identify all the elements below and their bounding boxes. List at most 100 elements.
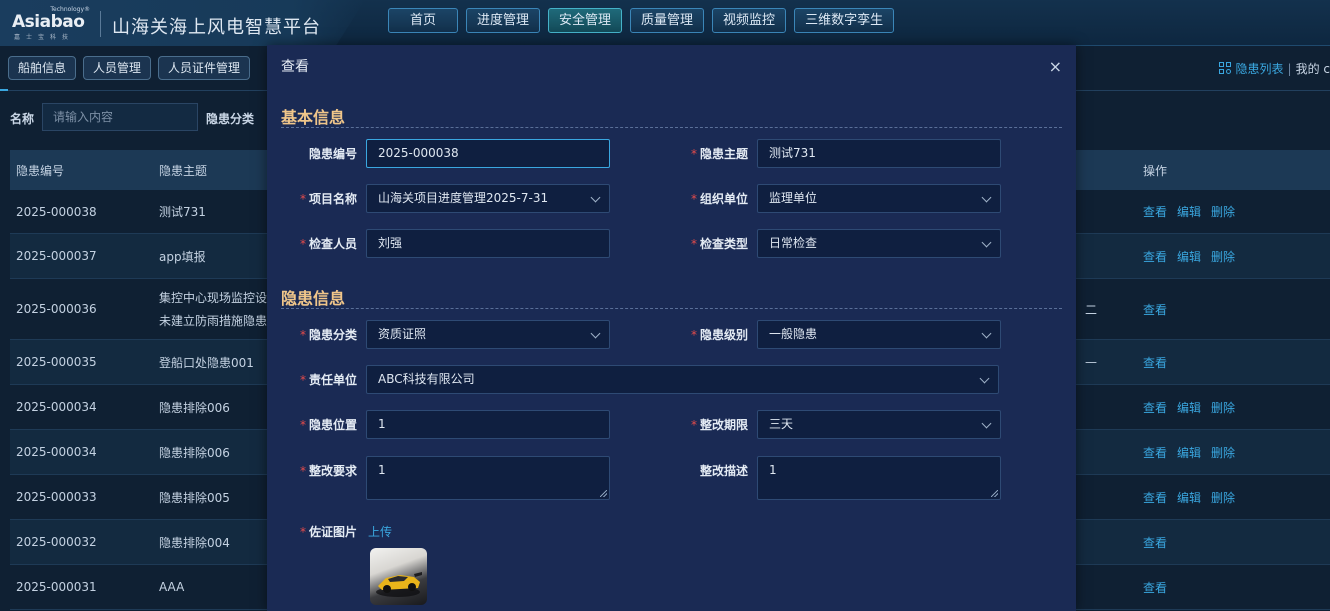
nav-video[interactable]: 视频监控 [712, 8, 787, 33]
view-link[interactable]: 查看 [1143, 205, 1167, 219]
label-rectify-deadline: * 整改期限 [690, 418, 748, 432]
hazard-level-select[interactable]: 一般隐患 [757, 320, 1001, 349]
name-filter-input[interactable]: 请输入内容 [42, 103, 198, 131]
delete-link[interactable]: 删除 [1211, 401, 1235, 415]
edit-link[interactable]: 编辑 [1177, 446, 1201, 460]
cell-actions: 查看 编辑 删除 [1133, 203, 1323, 220]
resize-handle[interactable] [600, 490, 607, 497]
cell-id: 2025-000038 [16, 204, 97, 219]
logo-wordmark: Asiabao [12, 12, 85, 32]
label-hazard-location: * 隐患位置 [299, 418, 357, 432]
hazard-no-input[interactable]: 2025-000038 [366, 139, 610, 168]
cell-actions: 查看 编辑 删除 [1133, 444, 1323, 461]
view-link[interactable]: 查看 [1143, 491, 1167, 505]
label-hazard-level: * 隐患级别 [690, 328, 748, 342]
cell-id: 2025-000035 [16, 355, 97, 369]
hazard-topic-input[interactable]: 测试731 [757, 139, 1001, 168]
view-switch: 隐患列表 | 我的 c [1218, 60, 1330, 77]
delete-link[interactable]: 删除 [1211, 250, 1235, 264]
nav-home[interactable]: 首页 [388, 8, 458, 33]
cell-id: 2025-000033 [16, 490, 97, 504]
nav-progress[interactable]: 进度管理 [466, 8, 541, 33]
chevron-down-icon [979, 373, 990, 384]
project-name-select[interactable]: 山海关项目进度管理2025-7-31 [366, 184, 610, 213]
section-divider [281, 127, 1062, 128]
delete-link[interactable]: 删除 [1211, 491, 1235, 505]
edit-link[interactable]: 编辑 [1177, 401, 1201, 415]
resize-handle[interactable] [991, 490, 998, 497]
chevron-down-icon [981, 192, 992, 203]
responsible-unit-select[interactable]: ABC科技有限公司 [366, 365, 999, 394]
cell-id: 2025-000032 [16, 535, 97, 549]
logo-subtext: 嘉士宝科技 [14, 34, 75, 41]
view-link[interactable]: 查看 [1143, 446, 1167, 460]
cell-id: 2025-000034 [16, 445, 97, 459]
tab-personnel[interactable]: 人员管理 [83, 56, 152, 80]
car-photo [376, 572, 422, 597]
label-evidence-photo: * 佐证图片 [299, 525, 357, 539]
view-link[interactable]: 查看 [1143, 250, 1167, 264]
label-hazard-topic: * 隐患主题 [690, 147, 748, 161]
top-navigation: 首页 进度管理 安全管理 质量管理 视频监控 三维数字孪生 [388, 8, 895, 33]
delete-link[interactable]: 删除 [1211, 446, 1235, 460]
col-id-header: 隐患编号 [16, 163, 65, 178]
tab-active-indicator [0, 89, 8, 91]
cell-actions: 查看 [1133, 579, 1323, 596]
section-divider [281, 308, 1062, 309]
label-project-name: * 项目名称 [299, 192, 357, 206]
hazard-category-select[interactable]: 资质证照 [366, 320, 610, 349]
separator: | [1287, 61, 1292, 76]
cell-id: 2025-000036 [16, 302, 97, 316]
delete-link[interactable]: 删除 [1211, 205, 1235, 219]
view-link[interactable]: 查看 [1143, 303, 1167, 317]
cell-actions: 查看 [1133, 354, 1323, 371]
view-link[interactable]: 查看 [1143, 536, 1167, 550]
dialog-title: 查看 [281, 59, 309, 75]
view-link[interactable]: 查看 [1143, 356, 1167, 370]
nav-quality[interactable]: 质量管理 [630, 8, 705, 33]
chevron-down-icon [590, 192, 601, 203]
close-icon[interactable]: × [1049, 57, 1062, 76]
hazard-location-input[interactable]: 1 [366, 410, 610, 439]
section-basic-info: 基本信息 [281, 108, 346, 127]
tab-personnel-certs[interactable]: 人员证件管理 [158, 56, 251, 80]
app-header: Technology® Asiabao 嘉士宝科技 山海关海上风电智慧平台 首页… [0, 0, 1330, 46]
rectify-requirement-textarea[interactable]: 1 [366, 456, 610, 500]
sub-tabs: 船舶信息 人员管理 人员证件管理 [8, 56, 251, 80]
chevron-down-icon [981, 237, 992, 248]
evidence-thumbnail[interactable] [370, 548, 427, 605]
edit-link[interactable]: 编辑 [1177, 491, 1201, 505]
dialog-header: 查看 × [267, 45, 1076, 87]
grid-icon [1218, 62, 1232, 75]
view-link[interactable]: 查看 [1143, 401, 1167, 415]
cell-actions: 查看 编辑 删除 [1133, 399, 1323, 416]
inspector-input[interactable]: 刘强 [366, 229, 610, 258]
edit-link[interactable]: 编辑 [1177, 205, 1201, 219]
view-link[interactable]: 查看 [1143, 581, 1167, 595]
cell-fragment: 二 [1085, 302, 1098, 317]
cell-fragment: — [1085, 355, 1097, 369]
hazard-list-link[interactable]: 隐患列表 [1236, 60, 1284, 77]
nav-safety[interactable]: 安全管理 [548, 8, 623, 33]
inspect-type-select[interactable]: 日常检查 [757, 229, 1001, 258]
cell-id: 2025-000034 [16, 400, 97, 414]
brand-divider [100, 11, 101, 37]
company-logo: Technology® Asiabao 嘉士宝科技 [12, 6, 90, 41]
label-inspect-type: * 检查类型 [690, 237, 748, 251]
label-responsible-unit: * 责任单位 [299, 373, 357, 387]
rectify-description-textarea[interactable]: 1 [757, 456, 1001, 500]
edit-link[interactable]: 编辑 [1177, 250, 1201, 264]
cell-id: 2025-000037 [16, 249, 97, 263]
upload-link[interactable]: 上传 [368, 523, 392, 540]
org-unit-select[interactable]: 监理单位 [757, 184, 1001, 213]
nav-digital-twin[interactable]: 三维数字孪生 [794, 8, 895, 33]
tab-ship-info[interactable]: 船舶信息 [8, 56, 77, 80]
label-org-unit: * 组织单位 [690, 192, 748, 206]
chevron-down-icon [590, 328, 601, 339]
name-filter-label: 名称 [10, 112, 35, 126]
my-link[interactable]: 我的 c [1296, 60, 1330, 77]
section-hazard-info: 隐患信息 [281, 289, 346, 308]
cell-actions: 查看 [1133, 534, 1323, 551]
rectify-deadline-select[interactable]: 三天 [757, 410, 1001, 439]
label-hazard-no: 隐患编号 [308, 147, 357, 161]
